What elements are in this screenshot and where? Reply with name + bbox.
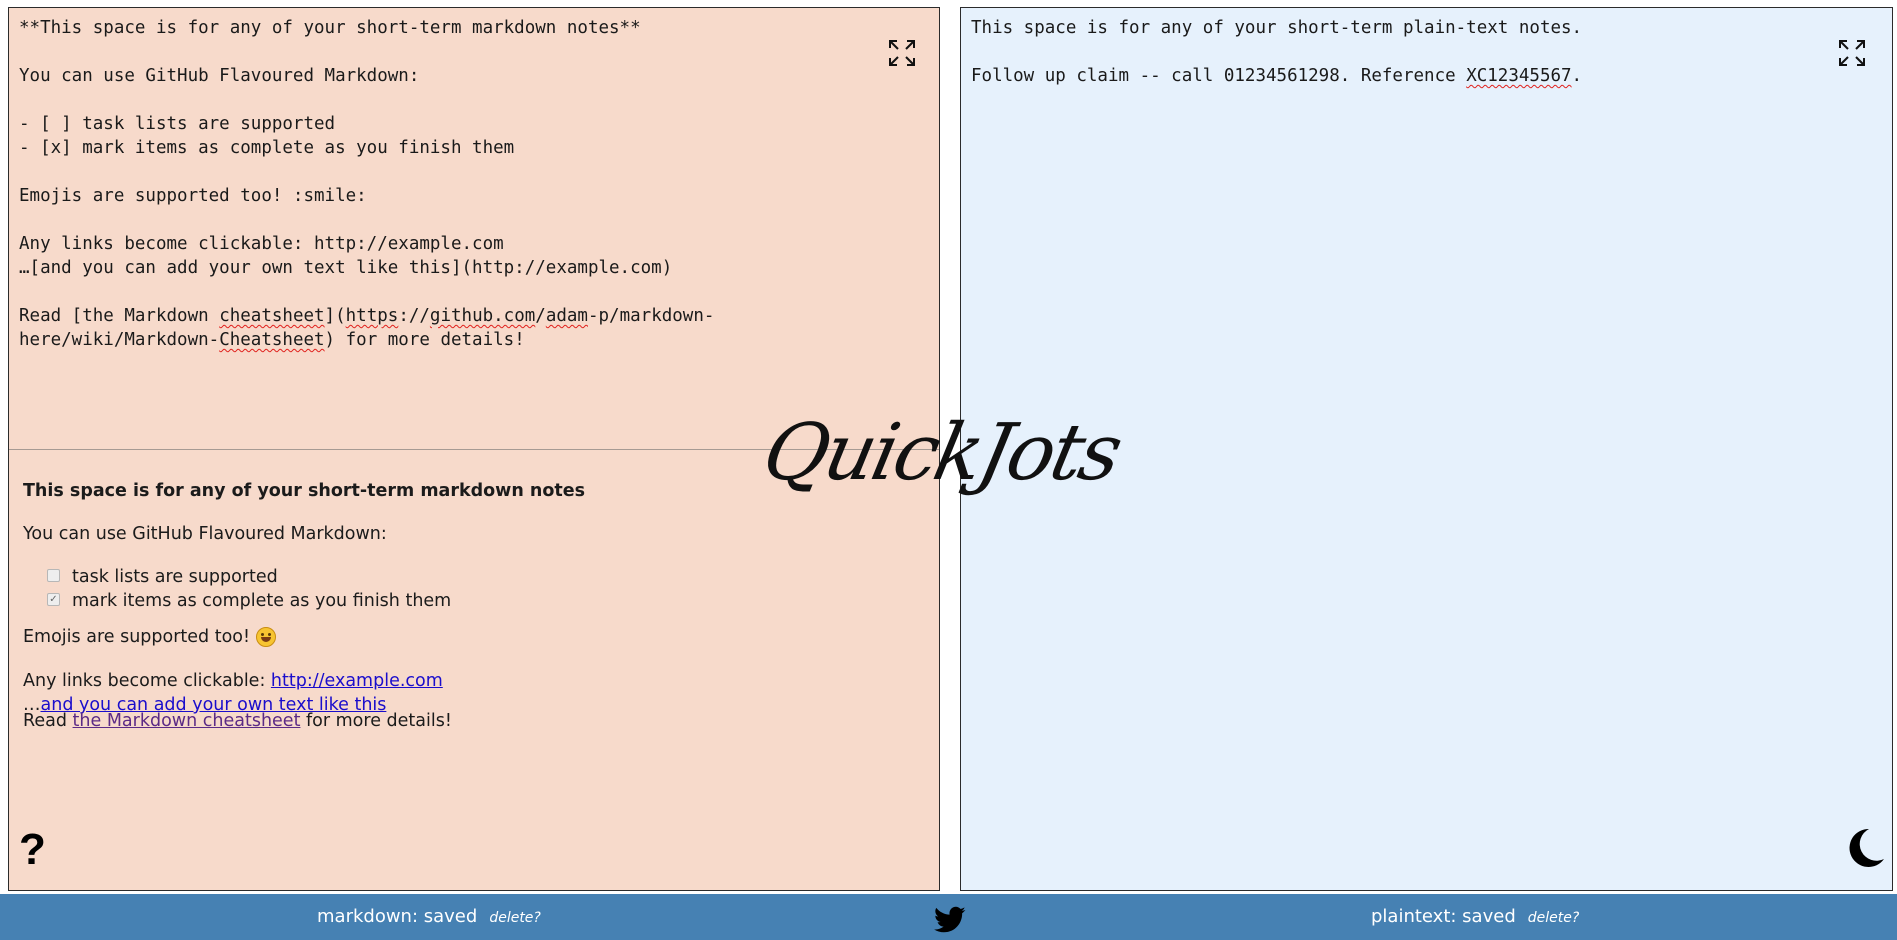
editor-text: Read [the Markdown (19, 306, 220, 326)
editor-line: Emojis are supported too! :smile: (19, 184, 929, 208)
editor-text: - [ ] task lists are supported (19, 114, 336, 134)
moon-icon[interactable] (1845, 826, 1885, 870)
plaintext-panel: This space is for any of your short-term… (960, 7, 1893, 891)
preview-emoji-line: Emojis are supported too! (23, 627, 276, 647)
markdown-editor[interactable]: **This space is for any of your short-te… (9, 8, 939, 450)
editor-text: . (1571, 66, 1583, 86)
editor-line: here/wiki/Markdown-Cheatsheet) for more … (19, 328, 929, 352)
example-link[interactable]: http://example.com (271, 671, 443, 691)
cheatsheet-link[interactable]: the Markdown cheatsheet (73, 711, 301, 731)
emoji-text: Emojis are supported too! (23, 627, 250, 647)
editor-text: Any links become clickable: http://examp… (19, 234, 504, 254)
plaintext-status: plaintext: saved delete? (1371, 906, 1579, 927)
markdown-delete-link[interactable]: delete? (489, 910, 541, 926)
misspelled-word: Cheatsheet (219, 330, 325, 350)
read-prefix: Read (23, 711, 73, 731)
preview-title: This space is for any of your short-term… (23, 481, 586, 501)
expand-icon[interactable] (1837, 38, 1867, 68)
plaintext-delete-link[interactable]: delete? (1528, 910, 1580, 926)
markdown-status-text: markdown: saved (317, 906, 478, 927)
misspelled-word: cheatsheet (219, 306, 325, 326)
links-prefix: Any links become clickable: (23, 671, 271, 691)
misspelled-word: github.com (429, 306, 536, 326)
editor-text: / (535, 306, 546, 326)
task-list: task lists are supported ✓ mark items as… (47, 565, 451, 613)
editor-line: This space is for any of your short-term… (971, 16, 1882, 40)
editor-line: Read [the Markdown cheatsheet](https://g… (19, 304, 929, 328)
preview-intro: You can use GitHub Flavoured Markdown: (23, 524, 387, 544)
task-label: mark items as complete as you finish the… (72, 591, 452, 611)
misspelled-word: https (345, 306, 399, 326)
editor-text: - [x] mark items as complete as you fini… (19, 138, 515, 158)
editor-text: ) for more details! (324, 330, 525, 350)
editor-text: Emojis are supported too! :smile: (19, 186, 367, 206)
task-item: ✓ mark items as complete as you finish t… (47, 589, 451, 613)
editor-text: :// (398, 306, 430, 326)
markdown-panel: **This space is for any of your short-te… (8, 7, 940, 891)
plaintext-status-text: plaintext: saved (1371, 906, 1516, 927)
editor-text: Follow up claim -- call 01234561298. Ref… (971, 66, 1467, 86)
task-item: task lists are supported (47, 565, 451, 589)
editor-text: This space is for any of your short-term… (971, 18, 1583, 38)
editor-line: - [ ] task lists are supported (19, 112, 929, 136)
preview-read-line: Read the Markdown cheatsheet for more de… (23, 711, 452, 731)
task-checkbox-checked[interactable]: ✓ (47, 592, 60, 606)
editor-line: Follow up claim -- call 01234561298. Ref… (971, 64, 1882, 88)
twitter-icon[interactable] (934, 906, 966, 934)
task-checkbox-unchecked[interactable] (47, 568, 60, 582)
editor-line: **This space is for any of your short-te… (19, 16, 929, 40)
markdown-status: markdown: saved delete? (317, 906, 541, 927)
editor-line: …[and you can add your own text like thi… (19, 256, 929, 280)
editor-text: -p/markdown- (587, 306, 715, 326)
misspelled-word: adam (545, 306, 588, 326)
editor-text: …[and you can add your own text like thi… (19, 258, 673, 278)
editor-text: ]( (324, 306, 346, 326)
misspelled-word: XC12345567 (1466, 66, 1572, 86)
editor-text: **This space is for any of your short-te… (19, 18, 641, 38)
editor-line: - [x] mark items as complete as you fini… (19, 136, 929, 160)
expand-icon[interactable] (887, 38, 917, 68)
editor-line: You can use GitHub Flavoured Markdown: (19, 64, 929, 88)
plaintext-editor[interactable]: This space is for any of your short-term… (961, 8, 1892, 890)
editor-text: You can use GitHub Flavoured Markdown: (19, 66, 420, 86)
task-label: task lists are supported (72, 567, 278, 587)
preview-links: Any links become clickable: http://examp… (23, 669, 443, 717)
read-suffix: for more details! (300, 711, 452, 731)
editor-line: Any links become clickable: http://examp… (19, 232, 929, 256)
smile-emoji-icon (256, 627, 276, 647)
editor-text: here/wiki/Markdown- (19, 330, 220, 350)
quickjots-app: **This space is for any of your short-te… (0, 0, 1897, 940)
help-icon[interactable]: ? (19, 827, 46, 873)
